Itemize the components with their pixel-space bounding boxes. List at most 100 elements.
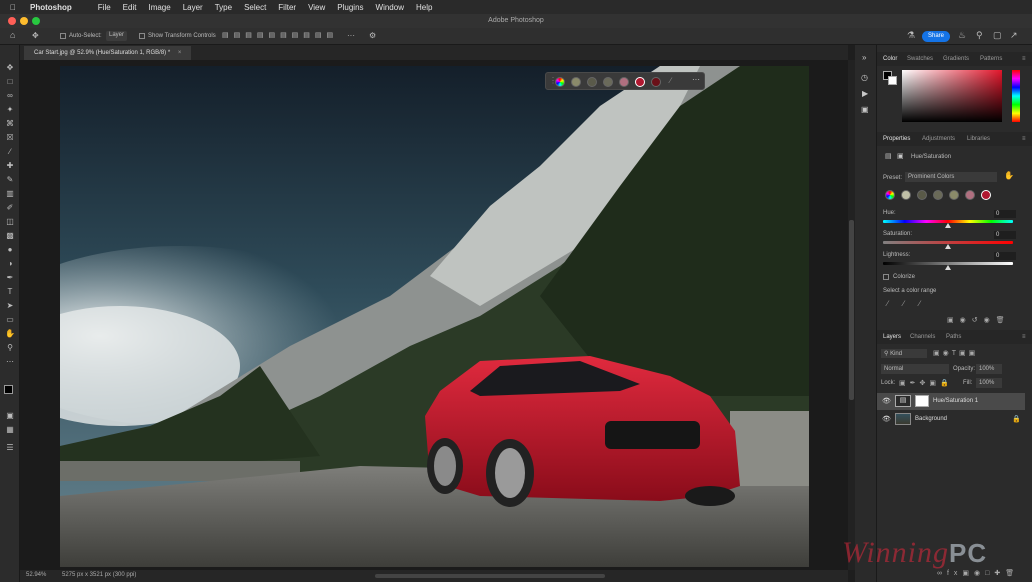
layer-row[interactable]: 👁 Background 🔒 (877, 411, 1025, 428)
frame-tool-icon[interactable]: ☒ (5, 133, 15, 143)
tab-gradients[interactable]: Gradients (943, 56, 969, 62)
minimize-window-button[interactable] (20, 17, 28, 25)
tab-color[interactable]: Color (883, 56, 897, 62)
saturation-value-field[interactable]: 0 (994, 231, 1016, 239)
menu-layer[interactable]: Layer (183, 3, 203, 12)
menu-help[interactable]: Help (416, 3, 432, 12)
color-background-swatch[interactable] (888, 76, 897, 85)
align-icons[interactable]: ▤▤▤▤▤▤▤▤▤▤ (222, 31, 338, 39)
workspace-icon[interactable]: ▢ (993, 30, 1002, 41)
close-icon[interactable]: × (178, 50, 182, 56)
colorize-checkbox[interactable] (883, 274, 889, 280)
eraser-tool-icon[interactable]: ◫ (5, 217, 15, 227)
screen-mode-icon[interactable]: ▦ (5, 425, 15, 435)
tab-channels[interactable]: Channels (910, 334, 935, 340)
context-swatch-6[interactable] (651, 77, 661, 87)
auto-select-dropdown[interactable]: Layer (106, 31, 128, 41)
eyedropper-icon[interactable]: ∕ (670, 76, 671, 85)
context-swatch-3[interactable] (603, 77, 613, 87)
tab-adjustments[interactable]: Adjustments (922, 136, 955, 142)
properties-swatch-4[interactable] (949, 190, 959, 200)
properties-swatch-5[interactable] (965, 190, 975, 200)
share-arrow-icon[interactable]: ↗ (1010, 30, 1018, 41)
type-tool-icon[interactable]: T (5, 287, 15, 297)
zoom-level[interactable]: 52.94% (26, 572, 46, 578)
lock-icons[interactable]: ▣✒✥▣🔒 (899, 379, 953, 387)
master-color-swatch-properties[interactable] (885, 190, 895, 200)
app-menu[interactable]: Photoshop (30, 3, 72, 12)
zoom-window-button[interactable] (32, 17, 40, 25)
menu-edit[interactable]: Edit (123, 3, 137, 12)
hue-value-field[interactable]: 0 (994, 210, 1016, 218)
tab-paths[interactable]: Paths (946, 334, 961, 340)
tab-properties[interactable]: Properties (883, 136, 910, 142)
foreground-color-swatch[interactable] (4, 385, 13, 394)
visibility-eye-icon[interactable]: 👁 (882, 415, 891, 423)
layer-mask-thumbnail[interactable] (915, 395, 929, 407)
eyedropper-minus-icon[interactable]: ∕ (919, 299, 920, 308)
gear-icon[interactable]: ⚙ (369, 31, 376, 40)
layer-filter-kind-dropdown[interactable]: ⚲ Kind (881, 349, 927, 358)
gradient-tool-icon[interactable]: ▩ (5, 231, 15, 241)
master-color-swatch[interactable] (555, 77, 565, 87)
edit-toolbar-icon[interactable]: ☰ (5, 443, 15, 453)
targeted-adjust-hand-icon[interactable]: ✋ (1004, 171, 1014, 180)
hue-slider-thumb[interactable] (945, 223, 951, 228)
shape-tool-icon[interactable]: ▭ (5, 315, 15, 325)
history-icon[interactable]: ◷ (861, 73, 868, 82)
context-swatch-4[interactable] (619, 77, 629, 87)
layers-footer-icons[interactable]: ∞fx▣◉□✚🗑 (937, 569, 1019, 577)
layer-filter-icons[interactable]: ▣◉T▣▣ (933, 349, 978, 357)
history-brush-icon[interactable]: ✐ (5, 203, 15, 213)
mask-icon[interactable]: ▣ (897, 152, 904, 160)
panel-menu-icon[interactable]: ≡ (1022, 334, 1026, 340)
crop-tool-icon[interactable]: ⌘ (5, 119, 15, 129)
blur-tool-icon[interactable]: ● (5, 245, 15, 255)
color-picker-field[interactable] (902, 70, 1002, 122)
hand-tool-icon[interactable]: ✋ (5, 329, 15, 339)
menu-image[interactable]: Image (148, 3, 170, 12)
properties-swatch-2[interactable] (917, 190, 927, 200)
eyedropper-tool-icon[interactable]: ∕ (5, 147, 15, 157)
vertical-scroll-thumb[interactable] (849, 220, 854, 400)
tab-layers[interactable]: Layers (883, 334, 901, 340)
move-tool-icon[interactable]: ✥ (32, 31, 39, 40)
properties-swatch-3[interactable] (933, 190, 943, 200)
transform-controls-checkbox[interactable] (139, 33, 145, 39)
properties-swatch-6[interactable] (981, 190, 991, 200)
document-canvas-image[interactable] (60, 66, 809, 567)
saturation-slider-thumb[interactable] (945, 244, 951, 249)
menu-type[interactable]: Type (215, 3, 232, 12)
layer-row[interactable]: 👁 ▤ Hue/Saturation 1 (877, 393, 1025, 410)
close-window-button[interactable] (8, 17, 16, 25)
fill-field[interactable]: 100% (976, 378, 1002, 388)
marquee-tool-icon[interactable]: □ (5, 77, 15, 87)
lightness-value-field[interactable]: 0 (994, 252, 1016, 260)
tab-libraries[interactable]: Libraries (967, 136, 990, 142)
more-tools-icon[interactable]: ⋯ (5, 357, 15, 367)
horizontal-scrollbar[interactable] (375, 574, 605, 578)
properties-swatch-1[interactable] (901, 190, 911, 200)
menu-filter[interactable]: Filter (278, 3, 296, 12)
healing-brush-icon[interactable]: ✚ (5, 161, 15, 171)
brush-tool-icon[interactable]: ✎ (5, 175, 15, 185)
layer-name[interactable]: Hue/Saturation 1 (933, 398, 978, 404)
zoom-tool-icon[interactable]: ⚲ (5, 343, 15, 353)
menu-view[interactable]: View (308, 3, 325, 12)
actions-play-icon[interactable]: ▶ (862, 89, 868, 98)
more-options-button[interactable]: ··· (347, 31, 355, 40)
dodge-tool-icon[interactable]: ◑ (5, 259, 15, 269)
panel-collapse-icon[interactable]: » (862, 53, 866, 62)
home-icon[interactable]: ⌂ (10, 30, 15, 40)
menu-select[interactable]: Select (244, 3, 266, 12)
panel-menu-icon[interactable]: ≡ (1022, 136, 1026, 142)
object-select-tool-icon[interactable]: ✦ (5, 105, 15, 115)
context-swatch-2[interactable] (587, 77, 597, 87)
tab-patterns[interactable]: Patterns (980, 56, 1002, 62)
pen-tool-icon[interactable]: ✒ (5, 273, 15, 283)
context-more-button[interactable]: ··· (692, 75, 700, 84)
eyedropper-icon[interactable]: ∕ (887, 299, 888, 308)
properties-footer-icons[interactable]: ▣◉↺◉🗑 (947, 316, 1011, 324)
learn-icon[interactable]: ⚗ (907, 30, 915, 41)
layer-name[interactable]: Background (915, 416, 947, 422)
